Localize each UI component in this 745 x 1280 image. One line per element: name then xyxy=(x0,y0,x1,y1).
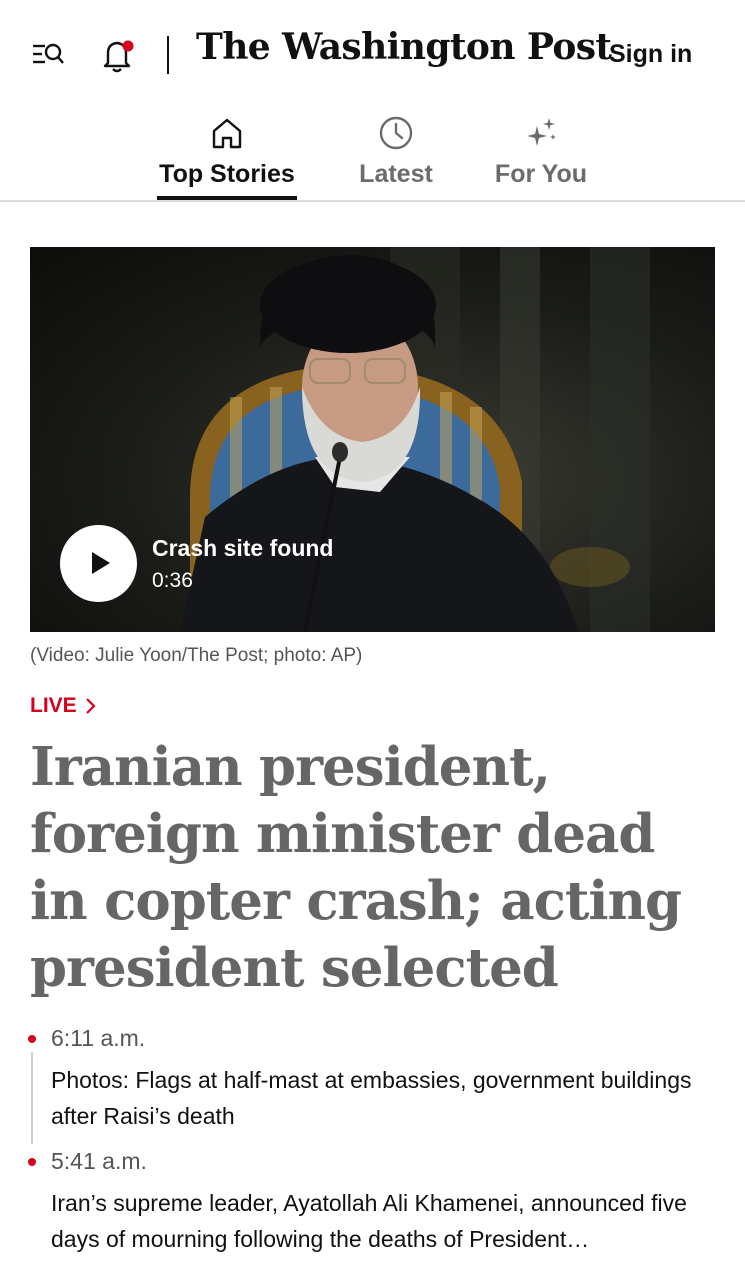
tab-label: Top Stories xyxy=(159,160,295,188)
top-app-bar: The Washington Post Sign in xyxy=(0,0,745,110)
sign-in-link[interactable]: Sign in xyxy=(609,40,692,69)
tab-label: For You xyxy=(494,160,588,188)
video-caption: (Video: Julie Yoon/The Post; photo: AP) xyxy=(30,645,363,666)
video-title: Crash site found xyxy=(152,535,334,561)
update-time: 6:11 a.m. xyxy=(51,1025,146,1051)
video-player[interactable]: Crash site found 0:36 xyxy=(30,247,715,632)
update-text: Photos: Flags at half-mast at embassies,… xyxy=(51,1067,692,1129)
bell-notification-icon xyxy=(103,40,134,73)
live-label: LIVE xyxy=(30,694,77,717)
story-headline[interactable]: Iranian president, foreign minister dead… xyxy=(30,734,720,1002)
live-link[interactable]: LIVE xyxy=(30,694,97,718)
masthead-logo[interactable]: The Washington Post xyxy=(196,26,612,68)
menu-search-button[interactable] xyxy=(30,38,66,72)
play-button[interactable] xyxy=(60,525,137,602)
header-divider xyxy=(167,36,169,74)
update-time: 5:41 a.m. xyxy=(51,1148,147,1174)
home-icon xyxy=(212,118,242,149)
play-icon xyxy=(92,552,110,574)
tab-for-you[interactable]: For You xyxy=(494,110,588,200)
clock-icon xyxy=(379,116,413,150)
timeline-line xyxy=(31,1052,33,1144)
active-tab-indicator xyxy=(157,196,297,200)
chevron-right-icon xyxy=(85,698,96,714)
timeline-dot xyxy=(28,1035,36,1043)
section-tabs: Top Stories Latest For You xyxy=(0,110,745,202)
tab-top-stories[interactable]: Top Stories xyxy=(157,110,297,200)
sparkles-icon xyxy=(527,118,556,146)
notifications-button[interactable] xyxy=(100,36,136,74)
tab-label: Latest xyxy=(359,160,433,188)
timeline-dot xyxy=(28,1158,36,1166)
menu-search-icon xyxy=(33,43,64,64)
video-duration: 0:36 xyxy=(152,569,193,592)
tab-latest[interactable]: Latest xyxy=(354,110,438,200)
update-text: Iran’s supreme leader, Ayatollah Ali Kha… xyxy=(51,1190,687,1252)
